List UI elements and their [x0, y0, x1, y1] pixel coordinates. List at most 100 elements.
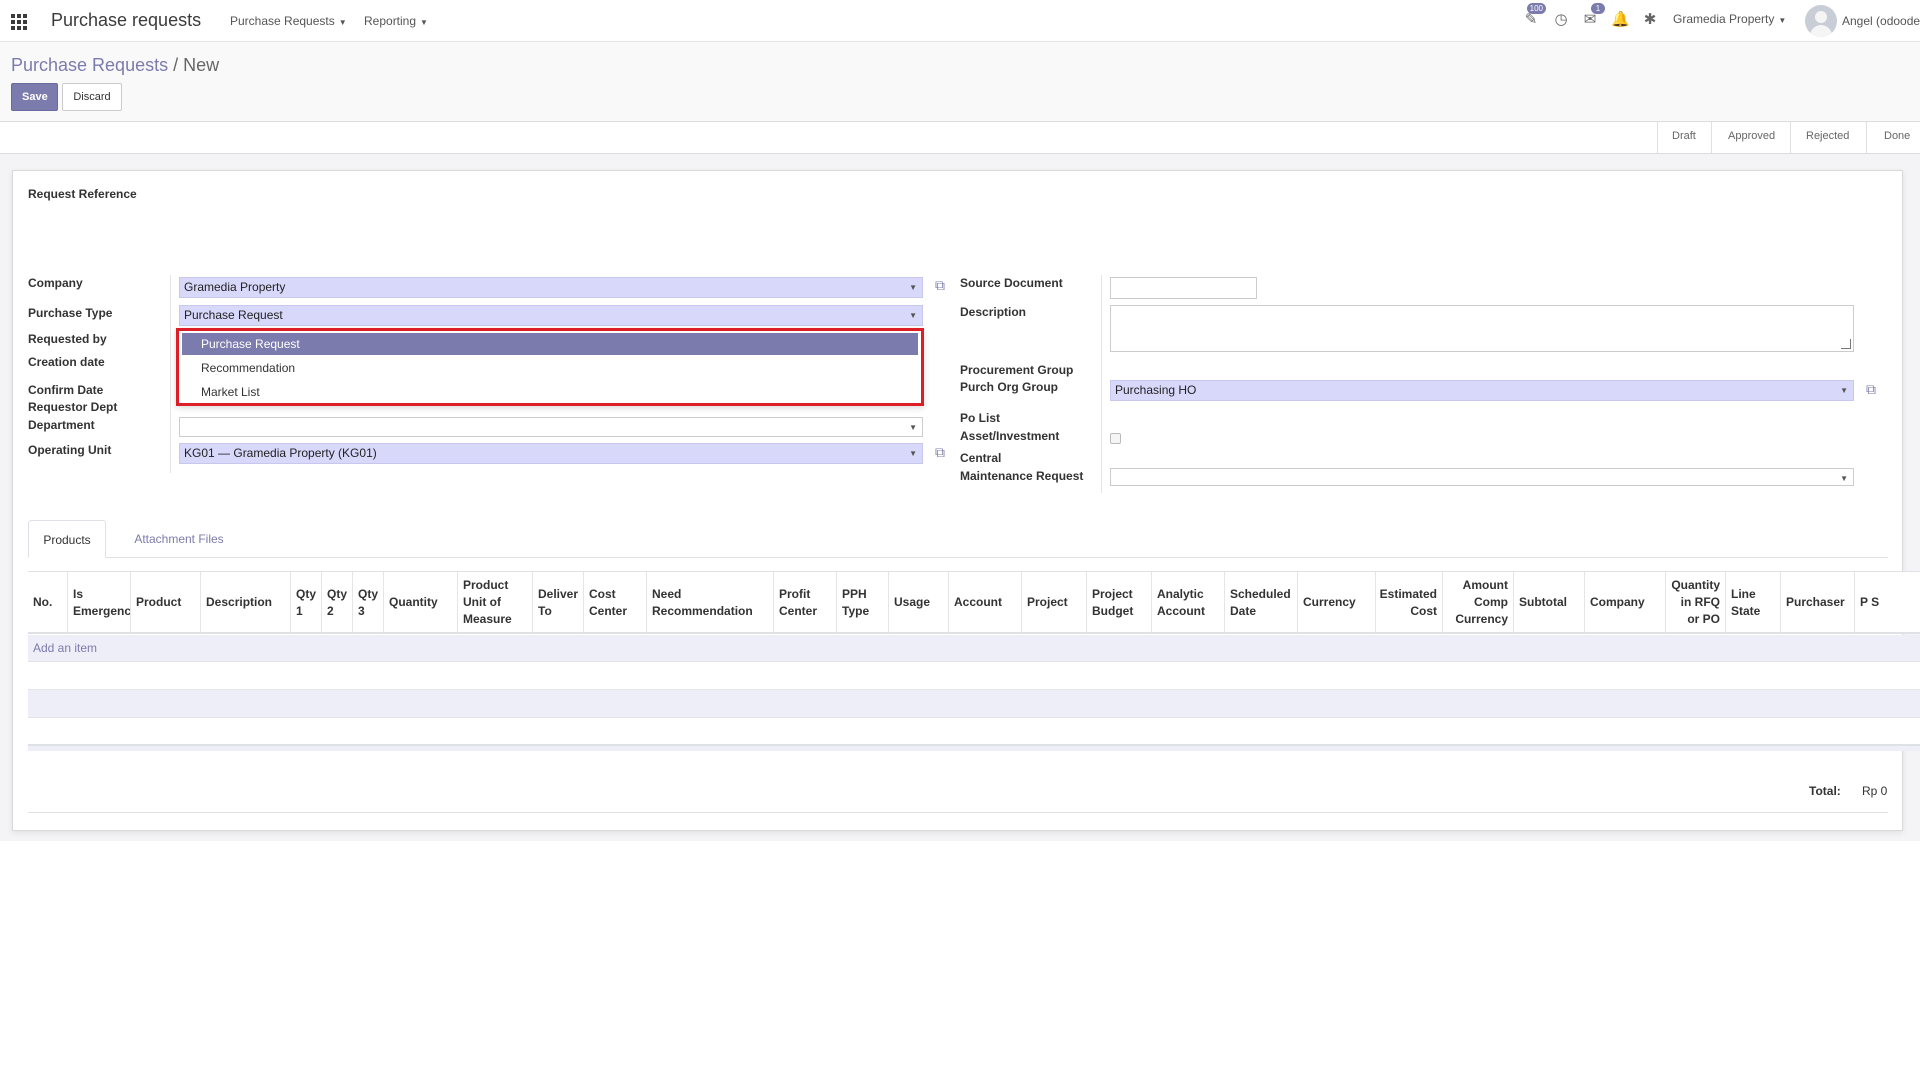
control-panel: Purchase Requests / New Save Discard [0, 42, 1920, 122]
bug-icon[interactable]: ✱ [1641, 11, 1659, 29]
col-account[interactable]: Account [949, 572, 1022, 633]
maintenance-request-label: Maintenance Request [960, 469, 1084, 483]
requestor-dept-label: Requestor Dept [28, 400, 118, 414]
purch-org-group-label: Purch Org Group [960, 380, 1059, 394]
bell-icon[interactable]: 🔔 [1611, 11, 1630, 29]
dropdown-option-recommendation[interactable]: Recommendation [182, 357, 918, 379]
col-purchaser[interactable]: Purchaser [1781, 572, 1855, 633]
purch-org-group-select[interactable]: Purchasing HO ▼ [1110, 380, 1854, 401]
tab-products[interactable]: Products [28, 520, 106, 558]
status-rejected[interactable]: Rejected [1806, 130, 1849, 142]
col-qty1[interactable]: Qty 1 [291, 572, 322, 633]
source-document-label: Source Document [960, 276, 1063, 290]
breadcrumb-separator: / [173, 55, 179, 75]
purchase-type-dropdown: Purchase Request Recommendation Market L… [176, 328, 924, 406]
col-currency[interactable]: Currency [1298, 572, 1376, 633]
table-row [28, 690, 1920, 718]
col-usage[interactable]: Usage [889, 572, 949, 633]
messages-badge: 1 [1591, 3, 1605, 14]
request-reference-label: Request Reference [28, 187, 137, 201]
maintenance-request-select[interactable]: ▼ [1110, 468, 1854, 486]
col-amount-comp-currency[interactable]: Amount Comp Currency [1443, 572, 1514, 633]
description-label: Description [960, 305, 1027, 319]
operating-unit-select[interactable]: KG01 — Gramedia Property (KG01) ▼ [179, 443, 923, 464]
asset-investment-checkbox[interactable] [1110, 433, 1121, 444]
company-switcher[interactable]: Gramedia Property ▼ [1673, 12, 1786, 26]
divider [28, 812, 1888, 813]
col-deliver-to[interactable]: Deliver To [533, 572, 584, 633]
col-no[interactable]: No. [28, 572, 68, 633]
total-value: Rp 0 [1862, 784, 1888, 798]
clock-icon[interactable]: ◷ [1552, 11, 1570, 29]
col-quantity[interactable]: Quantity [384, 572, 458, 633]
col-subtotal[interactable]: Subtotal [1514, 572, 1585, 633]
label-separator [170, 275, 171, 473]
menu-purchase-requests[interactable]: Purchase Requests ▼ [230, 14, 347, 28]
col-need-recommendation[interactable]: Need Recommendation [647, 572, 774, 633]
activity-badge: 100 [1526, 3, 1546, 14]
resize-grip-icon[interactable] [1841, 339, 1851, 349]
status-draft[interactable]: Draft [1672, 130, 1696, 142]
description-textarea[interactable] [1110, 305, 1854, 352]
status-approved[interactable]: Approved [1728, 130, 1775, 142]
purchase-type-select[interactable]: Purchase Request ▼ [179, 305, 923, 326]
col-profit-center[interactable]: Profit Center [774, 572, 837, 633]
breadcrumb-current: New [183, 55, 220, 75]
col-qty2[interactable]: Qty 2 [322, 572, 353, 633]
company-label: Company [28, 276, 83, 290]
po-list-label: Po List [960, 411, 1001, 425]
external-link-icon[interactable]: ⧉ [935, 444, 951, 460]
col-project[interactable]: Project [1022, 572, 1087, 633]
label-separator [1101, 275, 1102, 493]
status-separator [1657, 122, 1658, 153]
central-label: Central [960, 451, 1002, 465]
save-button[interactable]: Save [11, 83, 58, 111]
discard-button[interactable]: Discard [62, 83, 122, 111]
chat-icon[interactable]: ✉ 1 [1581, 3, 1605, 29]
user-name[interactable]: Angel (odoode [1842, 14, 1920, 28]
col-company[interactable]: Company [1585, 572, 1666, 633]
status-separator [1790, 122, 1791, 153]
col-qty-rfq-po[interactable]: Quantity in RFQ or PO [1666, 572, 1726, 633]
products-table: No. Is Emergency Product Description Qty… [28, 571, 1920, 751]
col-product[interactable]: Product [131, 572, 201, 633]
statusbar: Draft Approved Rejected Done [0, 122, 1920, 154]
col-is-emergency[interactable]: Is Emergency [68, 572, 131, 633]
status-done[interactable]: Done [1884, 130, 1910, 142]
confirm-date-label: Confirm Date [28, 383, 104, 397]
col-qty3[interactable]: Qty 3 [353, 572, 384, 633]
department-select[interactable]: ▼ [179, 417, 923, 437]
table-row: Add an item [28, 635, 1920, 662]
col-scheduled-date[interactable]: Scheduled Date [1225, 572, 1298, 633]
status-separator [1711, 122, 1712, 153]
add-item-link[interactable]: Add an item [33, 641, 97, 655]
col-pph-type[interactable]: PPH Type [837, 572, 889, 633]
col-cost-center[interactable]: Cost Center [584, 572, 647, 633]
col-description[interactable]: Description [201, 572, 291, 633]
dropdown-option-purchase-request[interactable]: Purchase Request [182, 333, 918, 355]
creation-date-label: Creation date [28, 355, 105, 369]
external-link-icon[interactable]: ⧉ [1866, 381, 1882, 397]
col-p-s[interactable]: P S [1855, 572, 1920, 633]
user-avatar[interactable] [1805, 5, 1837, 37]
total-label: Total: [1809, 784, 1841, 798]
external-link-icon[interactable]: ⧉ [935, 277, 951, 293]
breadcrumb: Purchase Requests / New [11, 55, 219, 76]
source-document-input[interactable] [1110, 277, 1257, 299]
dropdown-option-market-list[interactable]: Market List [182, 381, 918, 403]
tab-attachment-files[interactable]: Attachment Files [124, 520, 234, 558]
col-product-uom[interactable]: Product Unit of Measure [458, 572, 533, 633]
menu-reporting[interactable]: Reporting ▼ [364, 14, 428, 28]
col-analytic-account[interactable]: Analytic Account [1152, 572, 1225, 633]
activity-edit-icon[interactable]: ✎ 100 [1522, 3, 1546, 29]
col-estimated-cost[interactable]: Estimated Cost [1376, 572, 1443, 633]
notebook-tabs: Products Attachment Files [28, 520, 1888, 558]
breadcrumb-parent[interactable]: Purchase Requests [11, 55, 168, 75]
procurement-group-label: Procurement Group [960, 363, 1074, 377]
apps-menu-icon[interactable] [11, 14, 27, 30]
table-footer [28, 746, 1920, 751]
col-project-budget[interactable]: Project Budget [1087, 572, 1152, 633]
company-select[interactable]: Gramedia Property ▼ [179, 277, 923, 298]
asset-investment-label: Asset/Investment [960, 429, 1060, 443]
col-line-state[interactable]: Line State [1726, 572, 1781, 633]
